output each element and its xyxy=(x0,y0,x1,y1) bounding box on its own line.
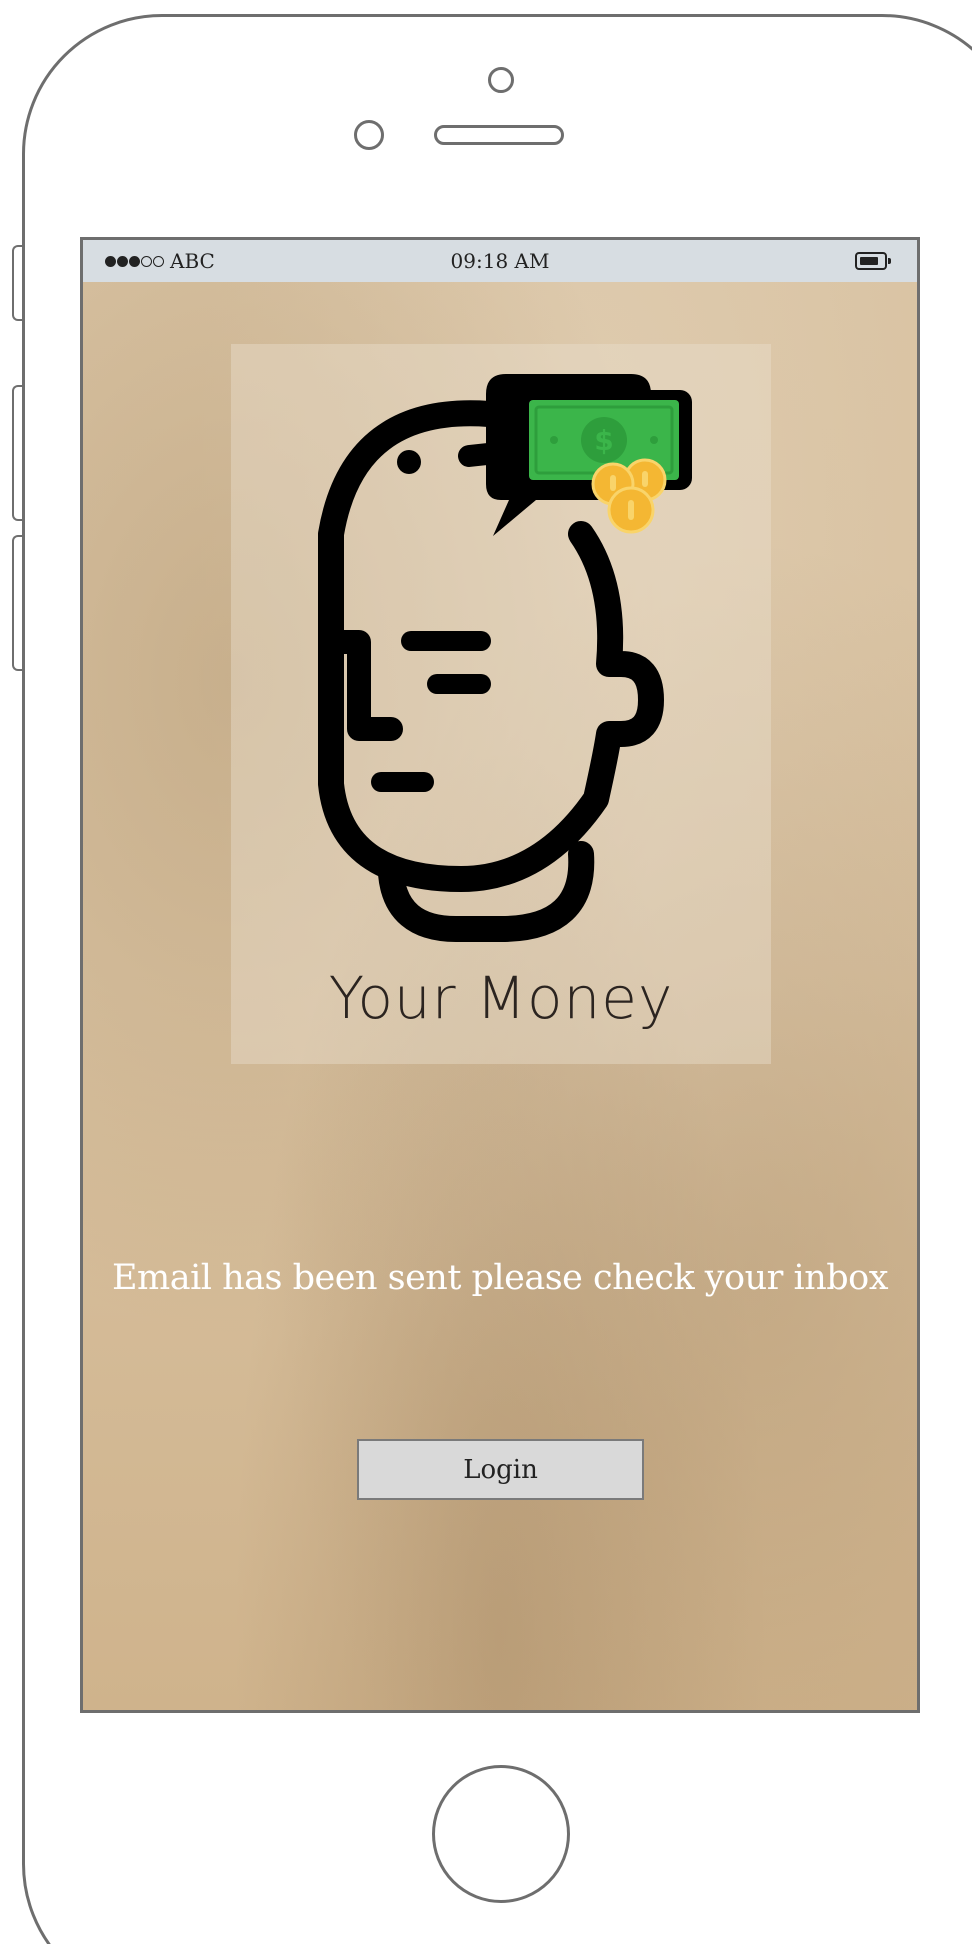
confirmation-message: Email has been sent please check your in… xyxy=(112,1258,888,1298)
proximity-sensor-icon xyxy=(354,120,384,150)
earpiece-speaker-icon xyxy=(434,125,564,145)
front-camera-icon xyxy=(488,67,514,93)
head-with-money-thought-icon: $ xyxy=(318,374,692,942)
status-bar: ABC 09:18 AM xyxy=(83,240,917,282)
login-button[interactable]: Login xyxy=(357,1439,644,1500)
app-screen: ABC 09:18 AM $ Your Money Email has been… xyxy=(80,237,920,1713)
app-logo: $ Your Money xyxy=(231,344,771,1064)
app-title: Your Money xyxy=(328,964,674,1032)
phone-mockup: ABC 09:18 AM $ Your Money Email has been… xyxy=(0,0,972,1944)
svg-text:$: $ xyxy=(594,424,613,457)
battery-icon xyxy=(855,252,891,270)
status-time: 09:18 AM xyxy=(450,249,550,273)
home-button[interactable] xyxy=(432,1765,570,1903)
